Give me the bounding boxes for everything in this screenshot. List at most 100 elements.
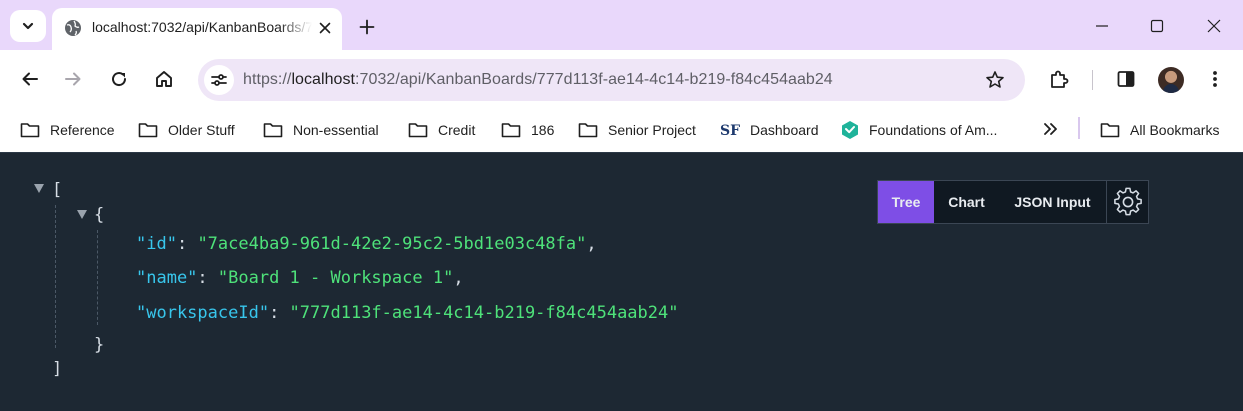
tab-tree[interactable]: Tree	[878, 181, 934, 223]
new-tab-button[interactable]	[352, 12, 382, 42]
tab-title: localhost:7032/api/KanbanBoards/777d113f…	[92, 19, 312, 35]
folder-icon	[138, 123, 158, 138]
viewer-mode-tabs: Tree Chart JSON Input	[877, 180, 1149, 224]
close-icon	[1207, 19, 1221, 33]
folder-icon	[1100, 123, 1120, 138]
back-button[interactable]	[15, 64, 45, 94]
bookmark-label: Credit	[438, 122, 476, 138]
maximize-icon	[1150, 19, 1164, 33]
star-icon	[986, 71, 1004, 88]
address-bar[interactable]: https://localhost:7032/api/KanbanBoards/…	[198, 59, 1025, 101]
bookmark-folder-186[interactable]: 186	[501, 116, 554, 144]
folder-icon	[578, 123, 598, 138]
url-path: :7032/api/KanbanBoards/777d113f-ae14-4c1…	[355, 71, 833, 88]
toolbar-separator	[1092, 70, 1093, 90]
close-window-button[interactable]	[1194, 8, 1234, 44]
bookmark-dashboard[interactable]: SF Dashboard	[720, 116, 819, 144]
bookmark-label: Reference	[50, 122, 115, 138]
json-key: "workspaceId"	[136, 303, 270, 323]
bookmarks-separator	[1078, 117, 1080, 139]
home-button[interactable]	[149, 64, 179, 94]
folder-icon	[263, 123, 283, 138]
home-icon	[156, 71, 172, 87]
tab-close-button[interactable]	[314, 17, 336, 39]
bookmark-folder-credit[interactable]: Credit	[408, 116, 475, 144]
bookmark-label: 186	[531, 122, 555, 138]
indent-guide	[97, 230, 98, 325]
json-string-value: "777d113f-ae14-4c14-b219-f84c454aab24"	[289, 303, 679, 323]
json-entry-name: "name": "Board 1 - Workspace 1",	[136, 268, 464, 288]
json-entry-workspace-id: "workspaceId": "777d113f-ae14-4c14-b219-…	[136, 303, 679, 323]
bookmark-folder-senior-project[interactable]: Senior Project	[578, 116, 696, 144]
bookmark-foundations[interactable]: Foundations of Am...	[841, 116, 997, 144]
url-host: localhost	[291, 71, 356, 88]
url-text[interactable]: https://localhost:7032/api/KanbanBoards/…	[243, 71, 833, 89]
bookmark-label: Foundations of Am...	[869, 122, 998, 138]
bookmark-label: Non-essential	[293, 122, 379, 138]
tab-strip: localhost:7032/api/KanbanBoards/777d113f…	[0, 0, 1243, 50]
tab-chart[interactable]: Chart	[934, 181, 999, 223]
puzzle-piece-icon	[1051, 70, 1069, 88]
bookmark-folder-reference[interactable]: Reference	[20, 116, 115, 144]
side-panel-button[interactable]	[1111, 64, 1141, 94]
maximize-button[interactable]	[1137, 8, 1177, 44]
browser-toolbar: https://localhost:7032/api/KanbanBoards/…	[0, 50, 1243, 108]
chevron-down-icon	[22, 22, 34, 30]
json-string-value: "7ace4ba9-961d-42e2-95c2-5bd1e03c48fa"	[197, 234, 587, 254]
all-bookmarks-button[interactable]: All Bookmarks	[1100, 116, 1219, 144]
more-bookmarks-button[interactable]	[1040, 118, 1062, 140]
bookmark-label: Dashboard	[750, 122, 819, 138]
svg-text:SF: SF	[720, 123, 740, 139]
json-key: "id"	[136, 234, 177, 254]
extensions-button[interactable]	[1044, 64, 1074, 94]
bookmarks-bar: Reference Older Stuff Non-essential Cred…	[0, 108, 1243, 152]
bookmark-label: All Bookmarks	[1130, 122, 1220, 138]
plus-icon	[359, 19, 375, 35]
bookmark-folder-non-essential[interactable]: Non-essential	[263, 116, 379, 144]
gear-icon	[1113, 187, 1142, 216]
globe-icon	[65, 20, 81, 36]
folder-icon	[408, 123, 428, 138]
bookmark-label: Older Stuff	[168, 122, 235, 138]
array-close-bracket: ]	[52, 359, 63, 379]
profile-avatar[interactable]	[1158, 67, 1184, 93]
json-comma: ,	[453, 268, 464, 288]
bookmark-folder-older-stuff[interactable]: Older Stuff	[138, 116, 235, 144]
object-close-brace: }	[94, 335, 105, 355]
folder-icon	[20, 123, 40, 138]
hexagon-logo-icon	[842, 121, 858, 139]
json-key: "name"	[136, 268, 198, 288]
bookmark-label: Senior Project	[608, 122, 696, 138]
arrow-right-icon	[65, 72, 81, 86]
folder-icon	[501, 123, 521, 138]
double-chevron-right-icon	[1044, 123, 1057, 135]
menu-button[interactable]	[1200, 64, 1230, 94]
minimize-icon	[1096, 25, 1108, 27]
reload-icon	[112, 72, 127, 87]
settings-button[interactable]	[1106, 181, 1148, 223]
json-entry-id: "id": "7ace4ba9-961d-42e2-95c2-5bd1e03c4…	[136, 234, 597, 254]
tab-json-input[interactable]: JSON Input	[999, 181, 1106, 223]
json-comma: ,	[586, 234, 597, 254]
json-viewer: [ { "id": "7ace4ba9-961d-42e2-95c2-5bd1e…	[0, 152, 1243, 411]
json-string-value: "Board 1 - Workspace 1"	[217, 268, 454, 288]
forward-button[interactable]	[58, 64, 88, 94]
browser-tab[interactable]: localhost:7032/api/KanbanBoards/777d113f…	[52, 8, 342, 50]
sf-logo-icon: SF	[720, 123, 740, 139]
url-scheme: https://	[243, 71, 292, 88]
side-panel-icon	[1117, 71, 1135, 87]
reload-button[interactable]	[104, 64, 134, 94]
tab-search-button[interactable]	[10, 10, 46, 42]
bookmark-star-button[interactable]	[983, 68, 1007, 92]
site-info-button[interactable]	[204, 65, 234, 95]
arrow-left-icon	[22, 72, 38, 86]
indent-guide	[55, 205, 56, 348]
more-vertical-icon	[1213, 71, 1217, 87]
minimize-button[interactable]	[1082, 8, 1122, 44]
tune-icon	[211, 74, 227, 86]
collapse-object-toggle[interactable]	[77, 210, 87, 219]
close-icon	[319, 22, 331, 34]
array-open-bracket: [	[52, 180, 63, 200]
object-open-brace: {	[94, 205, 105, 225]
collapse-array-toggle[interactable]	[34, 184, 44, 193]
